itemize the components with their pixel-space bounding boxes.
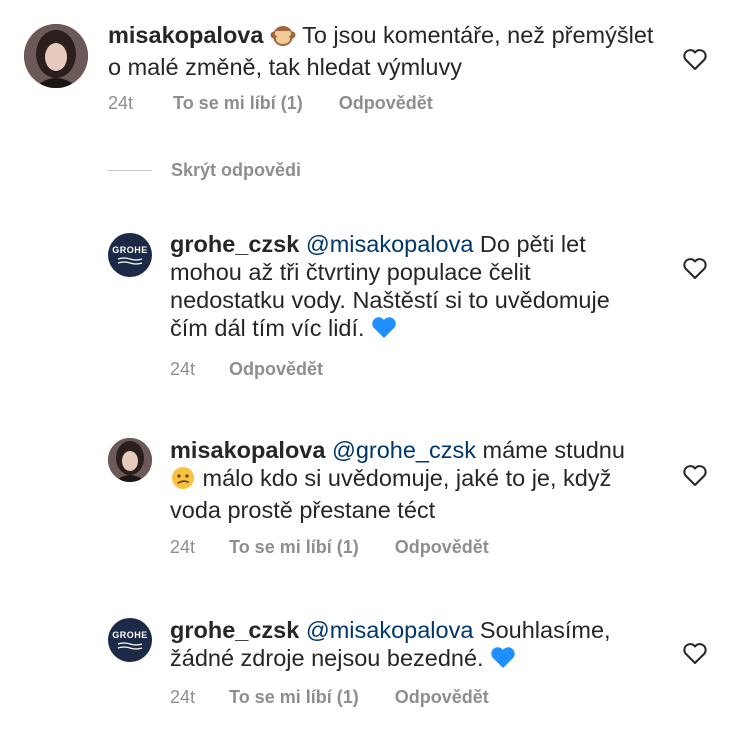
timestamp: 24t [170,359,196,379]
reply-button[interactable]: Odpovědět [395,687,489,708]
brand-avatar[interactable]: GROHE [108,233,152,277]
divider [108,170,152,171]
mention-link[interactable]: @misakopalova [306,231,474,257]
like-heart-icon[interactable] [682,464,708,488]
comment-text: grohe_czsk @misakopalova Do pěti let moh… [170,230,640,346]
comment-body: máme studnu [476,437,625,463]
reply-button[interactable]: Odpovědět [229,359,323,380]
username[interactable]: misakopalova [108,22,263,48]
hide-replies-button[interactable]: Skrýt odpovědi [171,160,301,181]
comment-meta: 24t To se mi líbí (1) Odpovědět [170,687,489,708]
blue-heart-emoji [371,316,397,346]
comment-text: grohe_czsk @misakopalova Souhlasíme, žád… [170,616,640,676]
comment-meta: 24t Odpovědět [170,359,323,380]
comment-meta: 24t To se mi líbí (1) Odpovědět [108,93,433,114]
timestamp: 24t [170,537,196,557]
username[interactable]: grohe_czsk [170,617,299,643]
brand-avatar[interactable]: GROHE [108,618,152,662]
mention-link[interactable]: @grohe_czsk [332,437,476,463]
like-heart-icon[interactable] [682,642,708,666]
waves-icon [117,642,143,650]
likes-count-link[interactable]: To se mi líbí (1) [173,93,303,114]
like-heart-icon[interactable] [682,257,708,281]
mention-link[interactable]: @misakopalova [306,617,474,643]
username[interactable]: grohe_czsk [170,231,299,257]
avatar[interactable] [24,24,88,88]
confused-face-emoji [170,466,196,496]
reply-button[interactable]: Odpovědět [395,537,489,558]
comment-meta: 24t To se mi líbí (1) Odpovědět [170,537,489,558]
avatar[interactable] [108,438,152,482]
username[interactable]: misakopalova [170,437,325,463]
brand-logo-text: GROHE [112,630,148,640]
brand-logo-text: GROHE [112,245,148,255]
comment-body-continued: málo kdo si uvědomuje, jaké to je, když … [170,465,612,523]
waves-icon [117,257,143,265]
hide-replies-row[interactable]: Skrýt odpovědi [108,160,301,181]
blue-heart-emoji [490,646,516,676]
likes-count-link[interactable]: To se mi líbí (1) [229,537,359,558]
monkey-face-emoji [270,23,296,53]
reply-button[interactable]: Odpovědět [339,93,433,114]
comment-text: misakopalova To jsou komentáře, než přem… [108,21,668,81]
timestamp: 24t [170,687,196,707]
like-heart-icon[interactable] [682,48,708,72]
timestamp: 24t [108,93,134,113]
comment-text: misakopalova @grohe_czsk máme studnu mál… [170,436,640,524]
likes-count-link[interactable]: To se mi líbí (1) [229,687,359,708]
